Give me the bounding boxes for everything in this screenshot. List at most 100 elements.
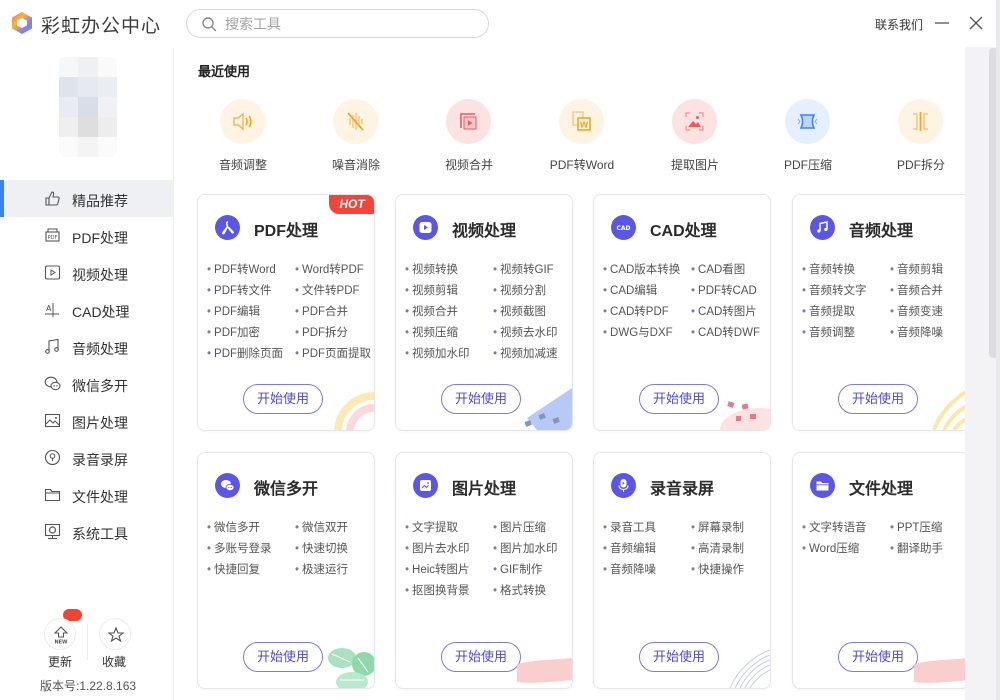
minimize-icon[interactable] [932, 13, 952, 33]
sidebar-item-featured[interactable]: 精品推荐 [0, 180, 174, 217]
feature-link[interactable]: CAD转DWF [691, 326, 770, 341]
feature-link[interactable]: 视频剪辑 [405, 284, 493, 299]
sidebar-item-label: CAD处理 [72, 304, 130, 320]
feature-link[interactable]: PDF删除页面 [207, 347, 295, 362]
feature-link[interactable]: 录音工具 [603, 521, 691, 536]
card-title: 音频处理 [849, 223, 914, 240]
decoration-shapes-icon [720, 401, 770, 430]
close-icon[interactable] [966, 13, 986, 33]
feature-link[interactable]: 视频加减速 [493, 347, 572, 362]
feature-link[interactable]: 文件转PDF [295, 284, 374, 299]
feature-link[interactable]: PDF页面提取 [295, 347, 374, 362]
sidebar-item-video[interactable]: 视频处理 [0, 254, 174, 291]
start-button[interactable]: 开始使用 [639, 642, 719, 672]
feature-list: 文字提取 图片压缩 图片去水印 图片加水印 Heic转图片 GIF制作 抠图换背… [405, 521, 572, 599]
feature-link[interactable]: PDF编辑 [207, 305, 295, 320]
feature-link[interactable]: 图片压缩 [493, 521, 572, 536]
feature-link[interactable]: Word转PDF [295, 263, 374, 278]
search-input[interactable] [225, 13, 475, 35]
recent-item-pdf-split[interactable]: PDF拆分 [876, 99, 966, 179]
feature-link[interactable]: Heic转图片 [405, 563, 493, 578]
feature-link[interactable]: 音频转文字 [802, 284, 890, 299]
recent-item-pdf-compress[interactable]: PDF压缩 [763, 99, 853, 179]
feature-link[interactable]: 视频分割 [493, 284, 572, 299]
feature-link[interactable]: 抠图换背景 [405, 584, 493, 599]
feature-link[interactable]: DWG与DXF [603, 326, 691, 341]
feature-link[interactable]: 视频合并 [405, 305, 493, 320]
feature-link[interactable]: 屏幕录制 [691, 521, 770, 536]
feature-link[interactable]: 音频编辑 [603, 542, 691, 557]
start-button[interactable]: 开始使用 [838, 384, 918, 414]
favorites-button[interactable] [99, 618, 131, 650]
feature-link[interactable]: 音频降噪 [890, 326, 969, 341]
feature-link[interactable]: 文字提取 [405, 521, 493, 536]
feature-link[interactable]: PDF转Word [207, 263, 295, 278]
feature-link[interactable]: 微信双开 [295, 521, 374, 536]
feature-link[interactable]: 视频加水印 [405, 347, 493, 362]
sidebar-item-label: 录音录屏 [72, 452, 128, 468]
feature-link[interactable]: PDF加密 [207, 326, 295, 341]
feature-link[interactable]: 音频合并 [890, 284, 969, 299]
avatar[interactable] [59, 57, 117, 157]
recent-item-extract-image[interactable]: 提取图片 [650, 99, 740, 179]
start-button[interactable]: 开始使用 [243, 642, 323, 672]
feature-link[interactable]: 音频剪辑 [890, 263, 969, 278]
feature-link[interactable]: 音频变速 [890, 305, 969, 320]
recent-item-video-merge[interactable]: 视频合并 [424, 99, 514, 179]
feature-link[interactable]: CAD转PDF [603, 305, 691, 320]
feature-link[interactable]: PDF转CAD [691, 284, 770, 299]
search-box[interactable] [186, 9, 489, 38]
feature-link[interactable]: 翻译助手 [890, 542, 969, 557]
update-button[interactable]: NEW [44, 618, 76, 650]
sidebar-item-record[interactable]: 录音录屏 [0, 439, 174, 476]
feature-link[interactable]: 快捷回复 [207, 563, 295, 578]
start-button[interactable]: 开始使用 [441, 642, 521, 672]
feature-link[interactable]: PDF拆分 [295, 326, 374, 341]
sidebar-item-pdf[interactable]: PDF PDF处理 [0, 217, 174, 254]
feature-link[interactable]: 音频提取 [802, 305, 890, 320]
feature-link[interactable]: 快捷操作 [691, 563, 770, 578]
feature-link[interactable]: 视频转换 [405, 263, 493, 278]
feature-link[interactable]: 格式转换 [493, 584, 572, 599]
feature-link[interactable]: 视频压缩 [405, 326, 493, 341]
feature-link[interactable]: 音频转换 [802, 263, 890, 278]
feature-link[interactable]: CAD看图 [691, 263, 770, 278]
contact-us-link[interactable]: 联系我们 [875, 16, 923, 33]
feature-link[interactable]: 音频降噪 [603, 563, 691, 578]
microphone-icon [611, 473, 636, 498]
feature-link[interactable]: 微信多开 [207, 521, 295, 536]
feature-link[interactable]: PDF转文件 [207, 284, 295, 299]
recent-item-audio-adjust[interactable]: 音频调整 [198, 99, 288, 179]
start-button[interactable]: 开始使用 [639, 384, 719, 414]
start-button[interactable]: 开始使用 [838, 642, 918, 672]
feature-link[interactable]: 视频转GIF [493, 263, 572, 278]
start-button[interactable]: 开始使用 [243, 384, 323, 414]
feature-link[interactable]: 文字转语音 [802, 521, 890, 536]
sidebar-item-system[interactable]: 系统工具 [0, 513, 174, 550]
feature-link[interactable]: 多账号登录 [207, 542, 295, 557]
feature-link[interactable]: CAD编辑 [603, 284, 691, 299]
sidebar-item-cad[interactable]: A CAD处理 [0, 291, 174, 328]
feature-link[interactable]: 极速运行 [295, 563, 374, 578]
feature-link[interactable]: 图片去水印 [405, 542, 493, 557]
feature-link[interactable]: 高清录制 [691, 542, 770, 557]
sidebar-item-label: 微信多开 [72, 378, 128, 394]
feature-link[interactable]: Word压缩 [802, 542, 890, 557]
recent-item-noise-removal[interactable]: 噪音消除 [311, 99, 401, 179]
sidebar-item-wechat[interactable]: 微信多开 [0, 365, 174, 402]
feature-link[interactable]: GIF制作 [493, 563, 572, 578]
feature-link[interactable]: CAD转图片 [691, 305, 770, 320]
decoration-brush-icon [914, 658, 969, 683]
feature-link[interactable]: 音频调整 [802, 326, 890, 341]
feature-link[interactable]: 视频去水印 [493, 326, 572, 341]
feature-link[interactable]: PPT压缩 [890, 521, 969, 536]
sidebar-item-image[interactable]: 图片处理 [0, 402, 174, 439]
sidebar-item-file[interactable]: 文件处理 [0, 476, 174, 513]
feature-link[interactable]: 视频截图 [493, 305, 572, 320]
feature-link[interactable]: 快速切换 [295, 542, 374, 557]
sidebar-item-audio[interactable]: 音频处理 [0, 328, 174, 365]
feature-link[interactable]: CAD版本转换 [603, 263, 691, 278]
feature-link[interactable]: 图片加水印 [493, 542, 572, 557]
feature-link[interactable]: PDF合并 [295, 305, 374, 320]
recent-item-pdf-to-word[interactable]: W PDF转Word [537, 99, 627, 179]
